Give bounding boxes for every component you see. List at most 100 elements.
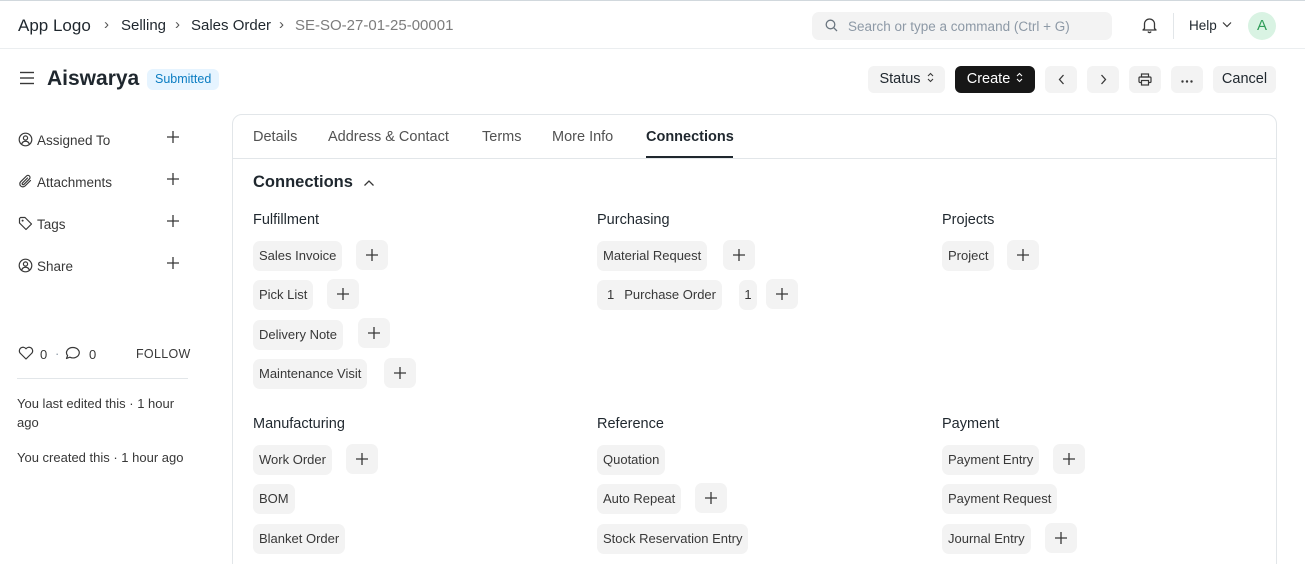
group-title-manufacturing: Manufacturing bbox=[253, 416, 345, 432]
likes-count: 0 bbox=[40, 347, 48, 362]
add-payment-entry-button[interactable] bbox=[1053, 444, 1085, 474]
search-icon bbox=[825, 19, 838, 32]
sidebar-item-share[interactable]: Share bbox=[18, 256, 188, 276]
plus-icon bbox=[1017, 249, 1029, 261]
add-purchase-order-button[interactable] bbox=[766, 279, 798, 309]
add-journal-entry-button[interactable] bbox=[1045, 523, 1077, 553]
add-auto-repeat-button[interactable] bbox=[695, 483, 727, 513]
plus-icon[interactable] bbox=[166, 214, 180, 228]
plus-icon bbox=[368, 327, 380, 339]
sidebar-item-label: Share bbox=[37, 259, 74, 274]
status-button-label: Status bbox=[879, 71, 921, 87]
connection-project[interactable]: Project bbox=[942, 241, 995, 271]
app-logo[interactable]: App Logo bbox=[18, 16, 91, 36]
form-tabs: Details Address & Contact Terms More Inf… bbox=[233, 115, 1276, 159]
add-pick-list-button[interactable] bbox=[327, 279, 359, 309]
connection-quotation[interactable]: Quotation bbox=[597, 445, 666, 475]
tab-address-contact[interactable]: Address & Contact bbox=[328, 129, 449, 145]
plus-icon bbox=[1055, 532, 1067, 544]
sidebar-item-assigned-to[interactable]: Assigned To bbox=[18, 130, 188, 150]
tab-more-info[interactable]: More Info bbox=[552, 129, 613, 145]
group-title-payment: Payment bbox=[942, 416, 1000, 432]
previous-doc-button[interactable] bbox=[1045, 66, 1077, 93]
plus-icon bbox=[1063, 453, 1075, 465]
chevron-right-icon: › bbox=[104, 16, 109, 33]
plus-icon[interactable] bbox=[166, 130, 180, 144]
create-button-label: Create bbox=[966, 71, 1011, 87]
search-bar[interactable]: Search or type a command (Ctrl + G) bbox=[812, 12, 1112, 40]
group-title-projects: Projects bbox=[942, 212, 995, 228]
connection-journal-entry[interactable]: Journal Entry bbox=[942, 524, 1031, 554]
section-title[interactable]: Connections bbox=[253, 173, 353, 192]
avatar[interactable]: A bbox=[1248, 12, 1276, 40]
group-title-reference: Reference bbox=[597, 416, 664, 432]
cancel-button[interactable]: Cancel bbox=[1213, 66, 1276, 93]
comment-icon[interactable] bbox=[65, 346, 81, 361]
create-button[interactable]: Create bbox=[955, 66, 1035, 93]
connection-pick-list[interactable]: Pick List bbox=[253, 280, 314, 310]
chevron-left-icon bbox=[1058, 74, 1064, 85]
purchase-order-count: 1 bbox=[607, 287, 615, 302]
sidebar-item-label: Attachments bbox=[37, 175, 113, 190]
status-button[interactable]: Status bbox=[868, 66, 945, 93]
add-work-order-button[interactable] bbox=[346, 444, 378, 474]
connection-work-order[interactable]: Work Order bbox=[253, 445, 332, 475]
page-title: Aiswarya bbox=[47, 67, 140, 90]
paperclip-icon bbox=[19, 174, 32, 188]
bell-icon[interactable] bbox=[1141, 16, 1158, 34]
connection-maintenance-visit[interactable]: Maintenance Visit bbox=[253, 359, 368, 389]
help-menu[interactable]: Help bbox=[1189, 18, 1217, 33]
connection-payment-request[interactable]: Payment Request bbox=[942, 484, 1058, 514]
chevron-down-icon[interactable] bbox=[1222, 21, 1232, 28]
breadcrumb-selling[interactable]: Selling bbox=[121, 17, 166, 34]
assign-icon bbox=[18, 132, 33, 147]
follow-button[interactable]: FOLLOW bbox=[136, 347, 191, 361]
printer-icon bbox=[1138, 73, 1152, 86]
connection-material-request[interactable]: Material Request bbox=[597, 241, 708, 271]
sidebar-toggle-icon[interactable] bbox=[19, 71, 35, 85]
sidebar-item-tags[interactable]: Tags bbox=[18, 214, 188, 234]
next-doc-button[interactable] bbox=[1087, 66, 1119, 93]
breadcrumb-sales-order[interactable]: Sales Order bbox=[191, 17, 271, 34]
tab-terms[interactable]: Terms bbox=[482, 129, 521, 145]
plus-icon[interactable] bbox=[166, 172, 180, 186]
print-button[interactable] bbox=[1129, 66, 1161, 93]
heart-icon[interactable] bbox=[18, 346, 34, 360]
connection-bom[interactable]: BOM bbox=[253, 484, 295, 514]
sidebar-item-label: Assigned To bbox=[37, 133, 111, 148]
more-actions-button[interactable] bbox=[1171, 66, 1203, 93]
connection-blanket-order[interactable]: Blanket Order bbox=[253, 524, 346, 554]
connection-auto-repeat[interactable]: Auto Repeat bbox=[597, 484, 682, 514]
plus-icon bbox=[337, 288, 349, 300]
connection-payment-entry[interactable]: Payment Entry bbox=[942, 445, 1040, 475]
form-card: Details Address & Contact Terms More Inf… bbox=[232, 114, 1277, 564]
separator-dot: · bbox=[55, 346, 60, 361]
breadcrumb-current-doc[interactable]: SE-SO-27-01-25-00001 bbox=[295, 17, 453, 34]
plus-icon bbox=[356, 453, 368, 465]
connection-delivery-note[interactable]: Delivery Note bbox=[253, 320, 344, 350]
connection-purchase-order[interactable]: 1 Purchase Order bbox=[597, 280, 722, 310]
sidebar-item-attachments[interactable]: Attachments bbox=[18, 172, 188, 192]
add-delivery-note-button[interactable] bbox=[358, 318, 390, 348]
add-material-request-button[interactable] bbox=[723, 240, 755, 270]
add-sales-invoice-button[interactable] bbox=[356, 240, 388, 270]
sidebar-divider bbox=[17, 378, 188, 379]
chevron-right-icon: › bbox=[279, 16, 284, 33]
updown-icon bbox=[927, 72, 933, 83]
tab-details[interactable]: Details bbox=[253, 129, 297, 145]
chevron-right-icon bbox=[1100, 74, 1106, 85]
connection-sales-invoice[interactable]: Sales Invoice bbox=[253, 241, 343, 271]
chevron-up-icon[interactable] bbox=[363, 179, 375, 187]
add-maintenance-visit-button[interactable] bbox=[384, 358, 416, 388]
navbar-divider bbox=[1173, 13, 1174, 39]
share-icon bbox=[18, 258, 33, 273]
tab-connections[interactable]: Connections bbox=[646, 129, 734, 145]
plus-icon[interactable] bbox=[166, 256, 180, 270]
chevron-right-icon: › bbox=[175, 16, 180, 33]
status-badge: Submitted bbox=[147, 69, 220, 90]
connection-stock-reservation-entry[interactable]: Stock Reservation Entry bbox=[597, 524, 749, 554]
sidebar-item-label: Tags bbox=[37, 217, 66, 232]
comments-count: 0 bbox=[89, 347, 97, 362]
plus-icon bbox=[394, 367, 406, 379]
add-project-button[interactable] bbox=[1007, 240, 1039, 270]
